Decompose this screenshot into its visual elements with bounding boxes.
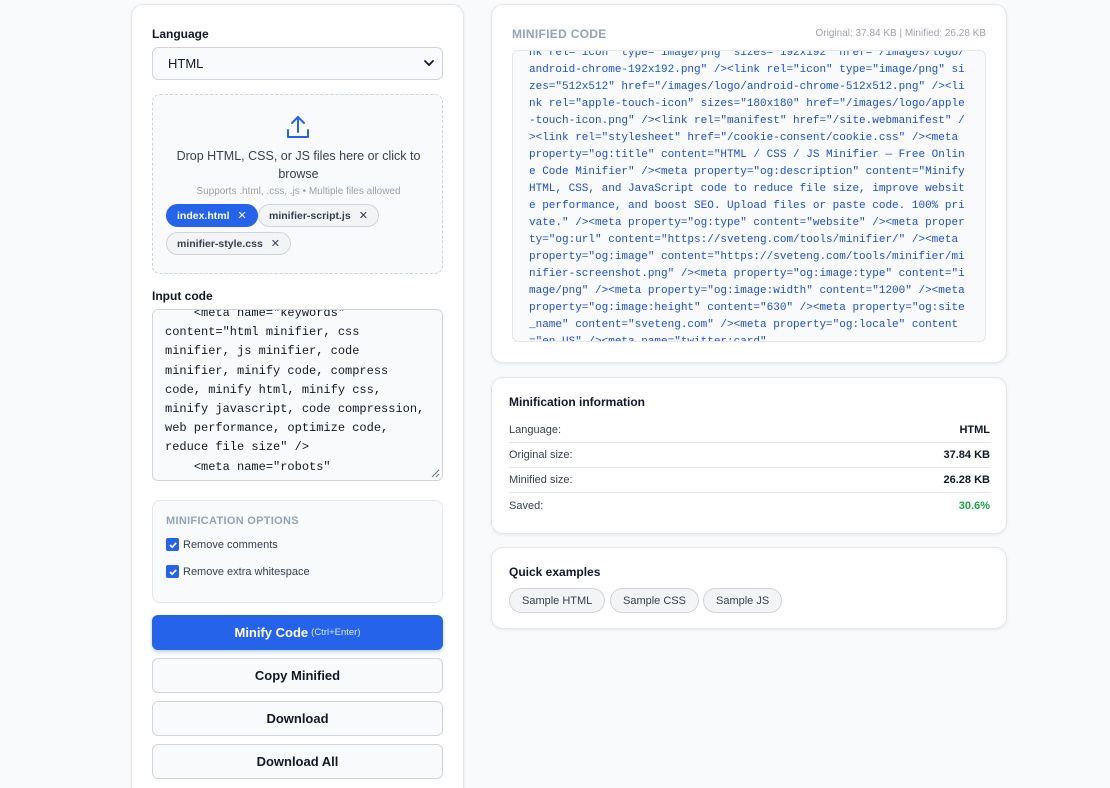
file-chip-minifier-style-css[interactable]: minifier-style.css ✕ [166, 232, 292, 255]
output-title: MINIFIED CODE [512, 27, 607, 41]
file-chip-index-html[interactable]: index.html ✕ [166, 204, 258, 227]
info-row-minified-size: Minified size: 26.28 KB [509, 468, 990, 493]
minify-button-label: Minify Code [234, 625, 309, 640]
minified-code-output[interactable]: nk rel="icon" type="image/png" sizes="19… [512, 50, 986, 342]
info-value: 37.84 KB [943, 449, 990, 461]
info-row-language: Language: HTML [509, 418, 990, 443]
input-code-textarea[interactable]: <meta name="keywords" content="html mini… [152, 309, 443, 481]
minification-options: MINIFICATION OPTIONS Remove comments Rem… [152, 500, 443, 603]
file-chip-label: minifier-script.js [269, 209, 351, 222]
output-sizes: Original: 37.84 KB | Minified: 26.28 KB [815, 28, 986, 39]
file-chip-minifier-script-js[interactable]: minifier-script.js ✕ [258, 204, 379, 227]
minified-code-content: nk rel="icon" type="image/png" sizes="19… [529, 50, 972, 342]
chevron-down-icon [424, 60, 434, 66]
dropzone-hint: Supports .html, .css, .js • Multiple fil… [196, 186, 401, 197]
close-icon[interactable]: ✕ [359, 209, 368, 222]
info-label: Saved: [509, 499, 544, 512]
dropzone-message: Drop HTML, CSS, or JS files here or clic… [176, 149, 421, 181]
remove-comments-checkbox[interactable] [166, 538, 179, 551]
download-all-button[interactable]: Download All [152, 744, 443, 779]
info-label: Language: [509, 424, 561, 436]
resize-handle-icon[interactable] [431, 469, 440, 478]
language-label: Language [152, 27, 209, 41]
input-code-content: <meta name="keywords" content="html mini… [165, 309, 425, 480]
info-label: Original size: [509, 449, 573, 461]
checkmark-icon [168, 568, 177, 575]
remove-whitespace-checkbox[interactable] [166, 565, 179, 578]
info-value: 26.28 KB [943, 474, 990, 486]
language-select[interactable]: HTML [152, 47, 443, 80]
minify-button[interactable]: Minify Code (Ctrl+Enter) [152, 615, 443, 650]
quick-examples-title: Quick examples [509, 565, 601, 579]
saved-percentage: 30.6% [958, 499, 990, 512]
file-chip-label: minifier-style.css [177, 237, 263, 250]
info-value: HTML [959, 424, 990, 436]
remove-comments-option[interactable]: Remove comments [166, 538, 278, 551]
info-label: Minified size: [509, 474, 573, 486]
copy-minified-button[interactable]: Copy Minified [152, 658, 443, 693]
upload-icon [287, 116, 309, 138]
input-panel: Language HTML Drop HTML, CSS, or JS file… [131, 4, 464, 788]
info-row-saved: Saved: 30.6% [509, 493, 990, 518]
quick-examples-panel: Quick examples Sample HTML Sample CSS Sa… [491, 547, 1007, 629]
sample-js-button[interactable]: Sample JS [703, 588, 783, 613]
sample-css-button[interactable]: Sample CSS [610, 588, 699, 613]
sample-html-button[interactable]: Sample HTML [509, 588, 606, 613]
remove-comments-label: Remove comments [183, 538, 278, 551]
remove-whitespace-option[interactable]: Remove extra whitespace [166, 565, 310, 578]
minification-info-panel: Minification information Language: HTML … [491, 377, 1007, 534]
language-select-value: HTML [168, 56, 204, 71]
file-dropzone[interactable]: Drop HTML, CSS, or JS files here or clic… [152, 94, 443, 274]
input-code-label: Input code [152, 289, 213, 303]
close-icon[interactable]: ✕ [271, 237, 280, 250]
minify-shortcut: (Ctrl+Enter) [311, 627, 361, 638]
options-title: MINIFICATION OPTIONS [166, 515, 299, 527]
file-chip-label: index.html [177, 209, 230, 222]
output-panel: MINIFIED CODE Original: 37.84 KB | Minif… [491, 4, 1007, 363]
info-title: Minification information [509, 395, 645, 409]
close-icon[interactable]: ✕ [238, 209, 247, 222]
download-button[interactable]: Download [152, 701, 443, 736]
info-row-original-size: Original size: 37.84 KB [509, 443, 990, 468]
remove-whitespace-label: Remove extra whitespace [183, 565, 310, 578]
checkmark-icon [168, 541, 177, 548]
